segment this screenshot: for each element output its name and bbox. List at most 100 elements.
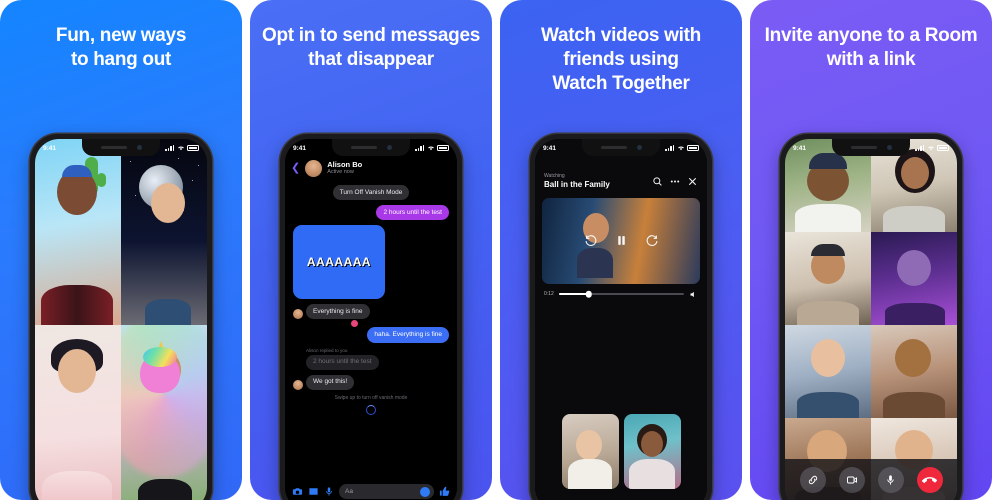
status-time: 9:41 — [543, 144, 557, 152]
mic-icon[interactable] — [877, 467, 904, 493]
vanish-mode-hint: Swipe up to turn off vanish mode — [334, 394, 408, 401]
quoted-message[interactable]: 2 hours until the test — [306, 354, 379, 370]
status-time: 9:41 — [43, 144, 57, 152]
signal-icon — [915, 145, 924, 151]
panel-rooms: Invite anyone to a Room with a link 9:41 — [750, 0, 992, 500]
video-call-grid — [35, 139, 207, 500]
search-icon[interactable] — [652, 176, 663, 187]
participant-tile[interactable] — [561, 414, 619, 489]
message-row: haha. Everything is fine — [293, 327, 449, 343]
video-scrubber[interactable]: 0:12 — [535, 284, 707, 299]
link-icon[interactable] — [799, 467, 826, 493]
system-message[interactable]: Turn Off Vanish Mode — [332, 185, 410, 201]
loading-spinner — [366, 404, 376, 415]
contact-info: Alison Bo Active now — [327, 160, 362, 176]
avatar — [293, 309, 303, 320]
message-row: 2 hours until the test — [293, 354, 449, 370]
participant-tile[interactable] — [623, 414, 681, 489]
avatar — [293, 379, 303, 390]
participant-tile[interactable] — [785, 232, 871, 325]
camera-icon[interactable] — [292, 486, 303, 497]
status-bar: 9:41 — [785, 139, 957, 157]
phone-screen: ❮ Alison Bo Active now Turn Off Vanish M… — [285, 139, 457, 500]
contact-name: Alison Bo — [327, 160, 363, 170]
signal-icon — [165, 145, 174, 151]
status-indicators — [915, 145, 949, 151]
wifi-icon — [927, 146, 934, 151]
wifi-icon — [677, 146, 684, 151]
end-call-icon[interactable] — [916, 467, 943, 493]
wifi-icon — [427, 146, 434, 151]
status-time: 9:41 — [793, 144, 807, 152]
phone-mockup: Watching Ball in the Family 0:12 9:41 — [530, 134, 712, 500]
app-store-screenshot-gallery: Fun, new ways to hang out 9:41 Opt in to… — [0, 0, 992, 500]
status-bar: 9:41 — [285, 139, 457, 157]
gallery-icon[interactable] — [308, 486, 319, 497]
progress-fill — [558, 293, 589, 296]
back-icon[interactable]: ❮ — [291, 163, 300, 174]
phone-screen: 9:41 — [35, 139, 207, 500]
participant-tiles — [535, 414, 707, 489]
incoming-message[interactable]: We got this! — [306, 374, 355, 390]
close-icon[interactable] — [687, 176, 698, 187]
rooms-participant-grid — [785, 139, 957, 500]
phone-mockup: 9:41 — [780, 134, 962, 500]
input-placeholder: Aa — [345, 488, 353, 495]
battery-icon — [687, 145, 699, 151]
video-title: Ball in the Family — [544, 179, 610, 189]
progress-knob[interactable] — [585, 291, 593, 298]
progress-track[interactable] — [558, 291, 684, 298]
wifi-icon — [177, 146, 184, 151]
participant-tile[interactable] — [871, 325, 957, 418]
call-controls-bar — [785, 459, 957, 500]
mic-icon[interactable] — [324, 486, 334, 497]
watch-titles: Watching Ball in the Family — [544, 173, 646, 190]
participant-tile[interactable] — [785, 325, 871, 418]
message-input[interactable]: Aa — [339, 484, 434, 499]
outgoing-message[interactable]: haha. Everything is fine — [367, 327, 449, 343]
message-row: Turn Off Vanish Mode — [293, 185, 449, 201]
battery-icon — [187, 145, 199, 151]
panel-watch-together: Watch videos with friends using Watch To… — [500, 0, 742, 500]
forward-icon[interactable] — [645, 234, 658, 247]
pause-icon[interactable] — [615, 234, 628, 247]
video-tile-cactus-filter[interactable] — [35, 139, 121, 325]
message-list: Turn Off Vanish Mode 2 hours until the t… — [285, 183, 457, 479]
battery-icon — [937, 145, 949, 151]
reaction-badge[interactable] — [351, 320, 358, 328]
camera-icon[interactable] — [838, 467, 865, 493]
incoming-message[interactable]: Everything is fine — [306, 304, 370, 320]
message-row: Everything is fine — [293, 304, 449, 320]
outgoing-message[interactable]: 2 hours until the test — [376, 205, 449, 221]
status-indicators — [665, 145, 699, 151]
chat-conversation: ❮ Alison Bo Active now Turn Off Vanish M… — [285, 139, 457, 500]
video-player[interactable] — [542, 197, 700, 284]
participant-tile[interactable] — [871, 232, 957, 325]
sticker-message[interactable]: AAAAAAA — [293, 225, 385, 300]
reply-context-label: Alison replied to you — [306, 347, 348, 353]
rewind-icon[interactable] — [585, 234, 598, 247]
phone-screen: Watching Ball in the Family 0:12 9:41 — [535, 139, 707, 500]
status-bar: 9:41 — [535, 139, 707, 157]
emoji-icon[interactable] — [420, 486, 430, 497]
phone-mockup: 9:41 — [30, 134, 212, 500]
panel-fun-new-ways: Fun, new ways to hang out 9:41 — [0, 0, 242, 500]
phone-screen: 9:41 — [785, 139, 957, 500]
video-time: 0:12 — [544, 291, 554, 298]
avatar[interactable] — [305, 160, 323, 177]
status-time: 9:41 — [293, 144, 307, 152]
message-row: 2 hours until the test — [293, 205, 449, 221]
panel-headline: Fun, new ways to hang out — [55, 25, 187, 70]
status-indicators — [165, 145, 199, 151]
battery-icon — [437, 145, 449, 151]
thumbs-up-icon[interactable] — [439, 486, 450, 497]
video-tile-unicorn-filter[interactable] — [121, 325, 207, 500]
message-row: We got this! — [293, 374, 449, 390]
volume-icon[interactable] — [689, 290, 698, 299]
video-tile-space-filter[interactable] — [121, 139, 207, 325]
signal-icon — [665, 145, 674, 151]
video-tile-glasses-friend[interactable] — [35, 325, 121, 500]
more-icon[interactable] — [669, 176, 681, 187]
phone-mockup: ❮ Alison Bo Active now Turn Off Vanish M… — [280, 134, 462, 500]
status-indicators — [415, 145, 449, 151]
